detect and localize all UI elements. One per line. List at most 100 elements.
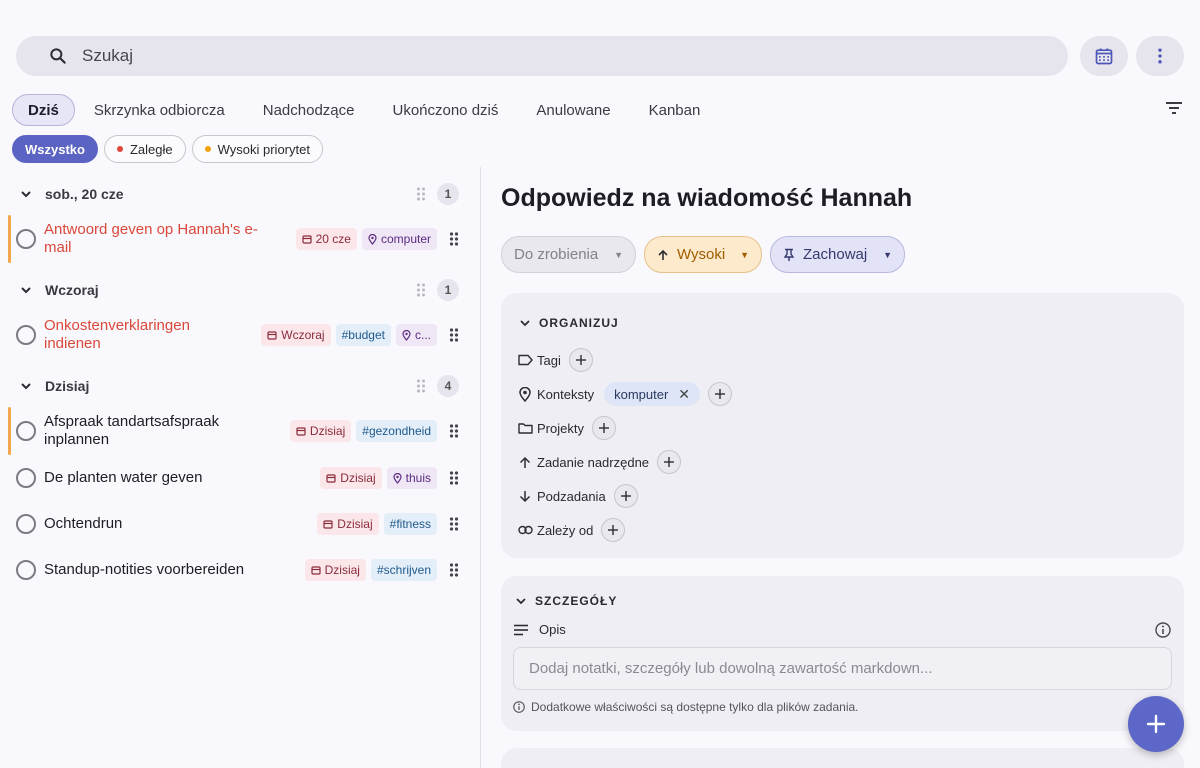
project-tag[interactable]: #schrijven [370,559,437,581]
task-row[interactable]: Antwoord geven op Hannah's e-mail 20 cze… [0,215,480,263]
project-tag[interactable]: #fitness [383,513,437,535]
pin-icon [783,248,795,261]
calendar-icon [1095,48,1113,65]
subtasks-row: Podzadania [517,483,638,509]
details-heading: SZCZEGÓŁY [535,594,618,608]
drag-handle-icon[interactable] [449,563,459,577]
chevron-down-icon [516,598,526,605]
add-parent-task-button[interactable] [657,450,682,474]
caret-down-icon: ▼ [614,249,623,260]
date-tag-label: 20 cze [315,232,351,246]
calendar-icon [326,473,336,483]
add-task-fab[interactable] [1128,696,1184,752]
plus-icon [715,389,726,399]
task-title: Afspraak tandartsafspraak inplannen [44,413,220,448]
plus-icon [1146,714,1166,734]
task-checkbox[interactable] [16,560,36,580]
status-label: Do zrobienia [514,246,599,263]
details-header[interactable]: SZCZEGÓŁY [515,594,617,608]
date-tag[interactable]: Dzisiaj [304,559,366,581]
date-tag[interactable]: Dzisiaj [289,420,352,442]
drag-handle-icon[interactable] [416,187,426,201]
arrow-up-icon [658,249,668,260]
description-label: Opis [539,622,566,637]
tags-label: Tagi [537,352,561,368]
chevron-down-icon[interactable] [20,188,32,200]
task-row[interactable]: De planten water geven Dzisiaj thuis [0,455,480,501]
context-chip[interactable]: komputer ✕ [604,382,701,406]
group-header[interactable]: sob., 20 cze 1 [0,167,480,221]
project-tag[interactable]: #gezondheid [356,420,437,442]
task-row[interactable]: Ochtendrun Dzisiaj #fitness [0,501,480,547]
drag-handle-icon[interactable] [416,283,426,297]
group-header[interactable]: Dzisiaj 4 [0,359,480,413]
notes-icon [514,624,528,635]
date-tag[interactable]: Dzisiaj [317,513,379,535]
task-tags: Dzisiaj #schrijven [304,559,437,581]
priority-dropdown[interactable]: Wysoki ▼ [644,236,762,273]
task-checkbox[interactable] [16,468,36,488]
date-tag[interactable]: Wczoraj [261,324,331,346]
context-tag[interactable]: thuis [386,467,437,489]
search-bar[interactable]: Szukaj [16,36,1068,76]
task-checkbox[interactable] [16,325,36,345]
drag-handle-icon[interactable] [449,517,459,531]
filter-list-icon[interactable] [1165,101,1183,115]
priority-bar [8,407,11,455]
priority-bar [8,215,11,263]
task-row[interactable]: Afspraak tandartsafspraak inplannen Dzis… [0,407,480,455]
task-row[interactable]: Standup-notities voorbereiden Dzisiaj #s… [0,547,480,593]
chevron-down-icon[interactable] [20,284,32,296]
tab-upcoming[interactable]: Nadchodzące [244,94,374,126]
close-icon[interactable]: ✕ [678,386,690,403]
drag-handle-icon[interactable] [416,379,426,393]
tab-today[interactable]: Dziś [12,94,75,126]
task-detail-title[interactable]: Odpowiedz na wiadomość Hannah [501,184,912,213]
calendar-button[interactable] [1080,36,1128,76]
status-dropdown[interactable]: Do zrobienia ▼ [501,236,636,273]
filter-overdue-chip[interactable]: Zaległe [103,135,186,163]
notes-input[interactable]: Dodaj notatki, szczegóły lub dowolną zaw… [513,647,1172,690]
tab-kanban[interactable]: Kanban [630,94,720,126]
context-tag[interactable]: computer [361,228,437,250]
search-input[interactable]: Szukaj [82,46,133,66]
filter-high-priority-chip[interactable]: Wysoki priorytet [191,135,323,163]
drag-handle-icon[interactable] [449,232,459,246]
tab-completed-today[interactable]: Ukończono dziś [373,94,517,126]
organize-header[interactable]: ORGANIZUJ [519,316,619,330]
more-menu-button[interactable] [1136,36,1184,76]
drag-handle-icon[interactable] [449,471,459,485]
task-checkbox[interactable] [16,229,36,249]
drag-handle-icon[interactable] [449,328,459,342]
hint-text: Dodatkowe właściwości są dostępne tylko … [531,700,859,714]
task-checkbox[interactable] [16,421,36,441]
info-icon[interactable] [1155,622,1171,638]
task-row[interactable]: Onkostenverklaringen indienen Wczoraj #b… [0,311,480,359]
tab-inbox[interactable]: Skrzynka odbiorcza [75,94,244,126]
subtasks-label: Podzadania [537,488,606,504]
drag-handle-icon[interactable] [449,424,459,438]
chevron-down-icon[interactable] [20,380,32,392]
plus-icon [608,525,619,535]
project-tag[interactable]: #budget [335,324,391,346]
group-header[interactable]: Wczoraj 1 [0,263,480,317]
filter-all-chip[interactable]: Wszystko [12,135,98,163]
add-tag-button[interactable] [568,348,593,372]
keep-label: Zachowaj [803,246,868,263]
date-tag[interactable]: Dzisiaj [320,467,382,489]
add-project-button[interactable] [591,416,616,440]
add-context-button[interactable] [708,382,733,406]
date-tag[interactable]: 20 cze [295,228,357,250]
caret-down-icon: ▼ [883,249,892,260]
pane-divider[interactable] [480,167,481,768]
depends-on-row: Zależy od [517,517,626,543]
add-dependency-button[interactable] [601,518,626,542]
tab-cancelled[interactable]: Anulowane [517,94,629,126]
group-title: sob., 20 cze [45,186,124,202]
context-tag[interactable]: c... [395,324,437,346]
task-title: Onkostenverklaringen indienen [44,317,190,352]
add-subtask-button[interactable] [613,484,638,508]
task-tags: Dzisiaj #gezondheid [289,420,437,442]
keep-dropdown[interactable]: Zachowaj ▼ [770,236,905,273]
task-checkbox[interactable] [16,514,36,534]
